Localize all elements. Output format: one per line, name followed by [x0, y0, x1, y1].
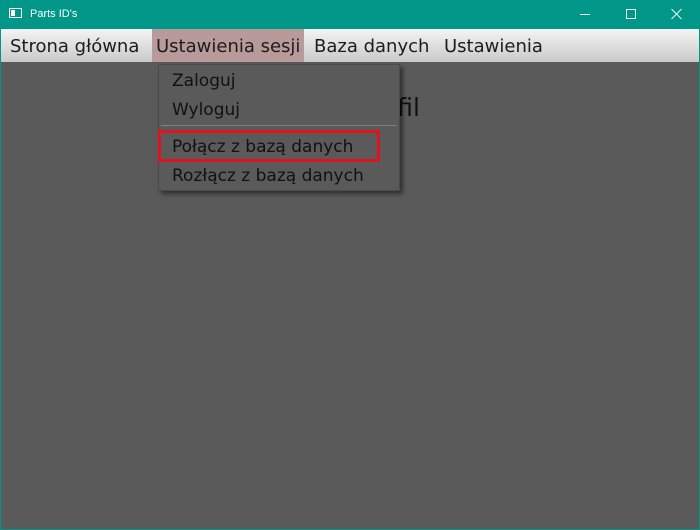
- menu-strona-glowna[interactable]: Strona główna: [6, 29, 143, 62]
- menu-bar: Strona główna Ustawienia sesji Baza dany…: [0, 29, 700, 62]
- session-settings-dropdown: Zaloguj Wyloguj Połącz z bazą danych Roz…: [158, 64, 400, 191]
- close-icon: [671, 8, 683, 20]
- menu-item-zaloguj[interactable]: Zaloguj: [172, 69, 235, 93]
- title-bar[interactable]: Parts ID's: [0, 0, 700, 29]
- maximize-icon: [626, 9, 636, 19]
- menu-separator: [161, 125, 397, 126]
- window-frame-left: [0, 29, 1, 530]
- menu-baza-danych[interactable]: Baza danych: [310, 29, 433, 62]
- minimize-icon: [580, 14, 590, 15]
- app-window-icon: [9, 8, 22, 18]
- window-title: Parts ID's: [30, 8, 78, 20]
- close-button[interactable]: [654, 0, 700, 29]
- highlight-annotation: [158, 130, 380, 162]
- maximize-button[interactable]: [608, 0, 654, 29]
- menu-ustawienia-sesji[interactable]: Ustawienia sesji: [152, 29, 305, 62]
- menu-item-rozlacz-z-baza[interactable]: Rozłącz z bazą danych: [172, 164, 364, 188]
- minimize-button[interactable]: [562, 0, 608, 29]
- menu-ustawienia[interactable]: Ustawienia: [440, 29, 547, 62]
- menu-item-wyloguj[interactable]: Wyloguj: [172, 98, 240, 122]
